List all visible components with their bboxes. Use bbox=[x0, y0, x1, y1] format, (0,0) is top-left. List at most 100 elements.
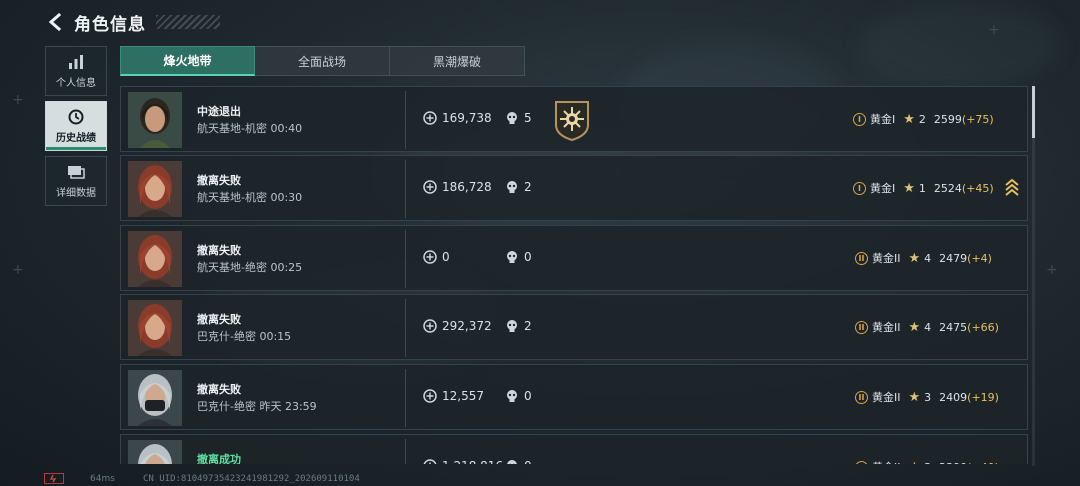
kills-count: 0 bbox=[524, 459, 532, 464]
kills-count: 2 bbox=[524, 319, 532, 333]
gold-tier-icon: II bbox=[855, 320, 868, 334]
star-count: 1 bbox=[918, 181, 926, 195]
operator-avatar bbox=[128, 300, 182, 356]
page-header: 角色信息 bbox=[44, 8, 220, 36]
coin-icon bbox=[423, 250, 437, 264]
match-row[interactable]: 中途退出 航天基地-机密 00:40 169,738 5 I 黄金I ★ 2 2599 (+75) bbox=[120, 86, 1028, 152]
match-map-time: 巴克什-绝密 00:15 bbox=[197, 330, 292, 343]
kills-count: 5 bbox=[524, 111, 532, 125]
title-decoration bbox=[156, 15, 220, 29]
rank-score: 2524 bbox=[933, 181, 962, 195]
rank-info: II 黄金II ★ 4 2475 (+66) bbox=[855, 319, 999, 335]
coin-icon bbox=[423, 389, 437, 403]
match-outcome: 撤离失败 bbox=[197, 244, 241, 257]
star-icon: ★ bbox=[903, 180, 915, 196]
match-map-time: 航天基地-机密 00:30 bbox=[197, 191, 303, 204]
match-row[interactable]: 撤离成功 1,218,816 0 II 黄金II ★3 2390(+40) bbox=[120, 434, 1028, 464]
mode-tabs: 烽火地带 全面战场 黑潮爆破 bbox=[120, 46, 525, 76]
signal-icon bbox=[44, 473, 64, 484]
side-nav: 个人信息 历史战绩 详细数据 bbox=[45, 46, 107, 211]
ping-text: 64ms bbox=[90, 474, 115, 484]
scrollbar-thumb[interactable] bbox=[1032, 86, 1035, 138]
nav-item-match-history[interactable]: 历史战绩 bbox=[45, 101, 107, 151]
kills-count: 0 bbox=[524, 389, 532, 403]
match-row[interactable]: 撤离失败 航天基地-绝密 00:25 0 0 II 黄金II ★ 4 2479 (+4) bbox=[120, 225, 1028, 291]
loot-value: 12,557 bbox=[423, 389, 484, 403]
gold-tier-icon: I bbox=[853, 112, 866, 126]
match-row[interactable]: 撤离失败 航天基地-机密 00:30 186,728 2 I 黄金I ★ 1 2524 (+45) bbox=[120, 155, 1028, 221]
star-icon: ★ bbox=[908, 250, 921, 266]
clock-icon bbox=[67, 109, 85, 125]
tab-full-battlefield[interactable]: 全面战场 bbox=[255, 46, 390, 76]
match-outcome: 中途退出 bbox=[197, 105, 241, 118]
match-outcome: 撤离失败 bbox=[197, 174, 241, 187]
row-divider bbox=[405, 160, 406, 218]
star-icon: ★ bbox=[903, 111, 915, 127]
tab-black-tide[interactable]: 黑潮爆破 bbox=[390, 46, 525, 76]
stack-icon bbox=[67, 164, 85, 180]
skull-icon bbox=[505, 389, 519, 403]
rank-score: 2599 bbox=[933, 112, 962, 126]
uid-text: CN UID:8104973542324198129​2_20260911010… bbox=[143, 474, 360, 484]
skull-icon bbox=[505, 180, 519, 194]
loot-amount: 169,738 bbox=[442, 111, 492, 125]
skull-icon bbox=[505, 250, 519, 264]
gold-tier-icon: II bbox=[855, 251, 868, 265]
score-delta: (+4) bbox=[967, 251, 992, 265]
gold-tier-icon: I bbox=[853, 181, 866, 195]
star-icon: ★ bbox=[908, 389, 921, 405]
bar-chart-icon bbox=[67, 54, 85, 70]
nav-item-detailed-data[interactable]: 详细数据 bbox=[45, 156, 107, 206]
nav-label: 历史战绩 bbox=[56, 132, 96, 144]
scrollbar[interactable] bbox=[1032, 86, 1035, 466]
kills-value: 0 bbox=[505, 459, 532, 464]
coin-icon bbox=[423, 111, 437, 125]
kills-count: 0 bbox=[524, 250, 532, 264]
loot-amount: 12,557 bbox=[442, 389, 484, 403]
coin-icon bbox=[423, 180, 437, 194]
coin-icon bbox=[423, 459, 437, 464]
loot-value: 292,372 bbox=[423, 319, 492, 333]
gold-tier-icon: II bbox=[855, 460, 868, 464]
gold-tier-icon: II bbox=[855, 390, 868, 404]
star-icon: ★ bbox=[909, 460, 921, 465]
kills-value: 0 bbox=[505, 389, 532, 403]
rank-info: II 黄金II ★ 4 2479 (+4) bbox=[855, 250, 992, 266]
row-divider bbox=[405, 230, 406, 288]
match-map-time: 航天基地-绝密 00:25 bbox=[197, 261, 303, 274]
loot-amount: 0 bbox=[442, 250, 450, 264]
tab-hazard-zone[interactable]: 烽火地带 bbox=[120, 46, 255, 76]
star-count: 3 bbox=[924, 390, 932, 404]
rank-up-chevrons-icon bbox=[1005, 178, 1019, 198]
operator-avatar bbox=[128, 231, 182, 287]
rank-score: 2390 bbox=[939, 461, 967, 465]
row-divider bbox=[405, 299, 406, 357]
operator-avatar bbox=[128, 370, 182, 426]
kills-count: 2 bbox=[524, 180, 532, 194]
loot-amount: 292,372 bbox=[442, 319, 492, 333]
rank-info: I 黄金I ★ 2 2599 (+75) bbox=[853, 111, 994, 127]
kills-value: 5 bbox=[505, 111, 532, 125]
score-delta: (+75) bbox=[961, 112, 994, 126]
tier-name: 黄金II bbox=[872, 321, 901, 334]
kills-value: 0 bbox=[505, 250, 532, 264]
tier-name: 黄金II bbox=[872, 459, 901, 464]
match-row[interactable]: 撤离失败 巴克什-绝密 00:15 292,372 2 II 黄金II ★ 4 2475 (+66… bbox=[120, 294, 1028, 360]
rank-score: 2479 bbox=[939, 251, 968, 265]
match-outcome: 撤离失败 bbox=[197, 383, 241, 396]
match-history-list[interactable]: 中途退出 航天基地-机密 00:40 169,738 5 I 黄金I ★ 2 2599 (+75)… bbox=[120, 86, 1028, 464]
score-delta: (+66) bbox=[967, 320, 999, 334]
score-delta: (+40) bbox=[967, 461, 999, 465]
loot-value: 1,218,816 bbox=[423, 459, 503, 464]
back-arrow-icon[interactable] bbox=[44, 11, 66, 33]
skull-icon bbox=[505, 111, 519, 125]
rank-info: II 黄金II ★3 2390(+40) bbox=[855, 459, 999, 464]
mvp-shield-badge bbox=[553, 99, 591, 142]
star-count: 4 bbox=[924, 251, 932, 265]
match-row[interactable]: 撤离失败 巴克什-绝密 昨天 23:59 12,557 0 II 黄金II ★ 3 2409 (+… bbox=[120, 364, 1028, 430]
nav-item-personal-info[interactable]: 个人信息 bbox=[45, 46, 107, 96]
kills-value: 2 bbox=[505, 319, 532, 333]
active-indicator bbox=[46, 147, 106, 150]
loot-value: 0 bbox=[423, 250, 450, 264]
row-divider bbox=[405, 369, 406, 427]
